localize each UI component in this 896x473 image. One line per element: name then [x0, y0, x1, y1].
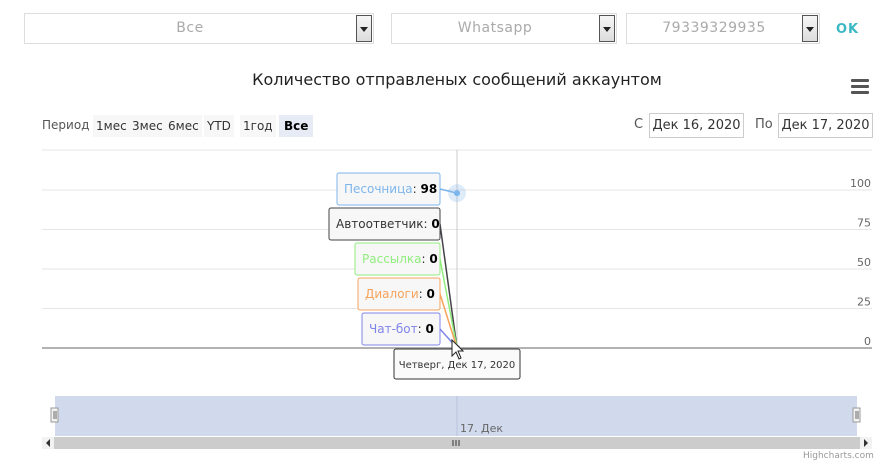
tooltip-series-value: 98	[420, 182, 437, 196]
tooltip-series-name: Автоответчик	[336, 217, 424, 231]
tooltip-series-value: 0	[431, 217, 439, 231]
y-tick-label: 100	[850, 177, 871, 190]
tooltip-series-label: Рассылка: 0	[362, 252, 438, 266]
credits-link[interactable]: Highcharts.com	[803, 451, 874, 461]
tooltip-series-label: Диалоги: 0	[365, 287, 435, 301]
tooltip-series-value: 0	[427, 287, 435, 301]
tooltip-series-name: Диалоги	[365, 287, 419, 301]
tooltip-colon: :	[424, 217, 432, 231]
tooltip-series-name: Чат-бот	[369, 322, 418, 336]
tooltip-series-label: Автоответчик: 0	[336, 217, 440, 231]
tooltip-series-value: 0	[429, 252, 437, 266]
tooltip-colon: :	[419, 287, 427, 301]
tooltip-connector	[439, 223, 458, 349]
y-tick-label: 25	[857, 296, 871, 309]
data-point	[454, 190, 460, 197]
navigator-range	[55, 396, 857, 436]
tooltip-colon: :	[418, 322, 426, 336]
navigator-label: 17. Дек	[460, 422, 503, 435]
tooltip-series-value: 0	[426, 322, 434, 336]
tooltip-series-name: Рассылка	[362, 252, 422, 266]
y-tick-label: 75	[857, 217, 871, 230]
y-tick-label: 50	[857, 256, 871, 269]
y-tick-label: 0	[864, 335, 871, 348]
date-tooltip-label: Четверг, Дек 17, 2020	[399, 360, 516, 371]
tooltip-series-name: Песочница	[344, 182, 413, 196]
tooltip-series-label: Чат-бот: 0	[369, 322, 434, 336]
tooltip-colon: :	[413, 182, 421, 196]
tooltip-colon: :	[422, 252, 430, 266]
chart-plot: 0255075100Песочница: 98Автоответчик: 0Ра…	[42, 149, 872, 449]
tooltip-series-label: Песочница: 98	[344, 182, 437, 196]
scrollbar-thumb[interactable]	[54, 437, 860, 449]
